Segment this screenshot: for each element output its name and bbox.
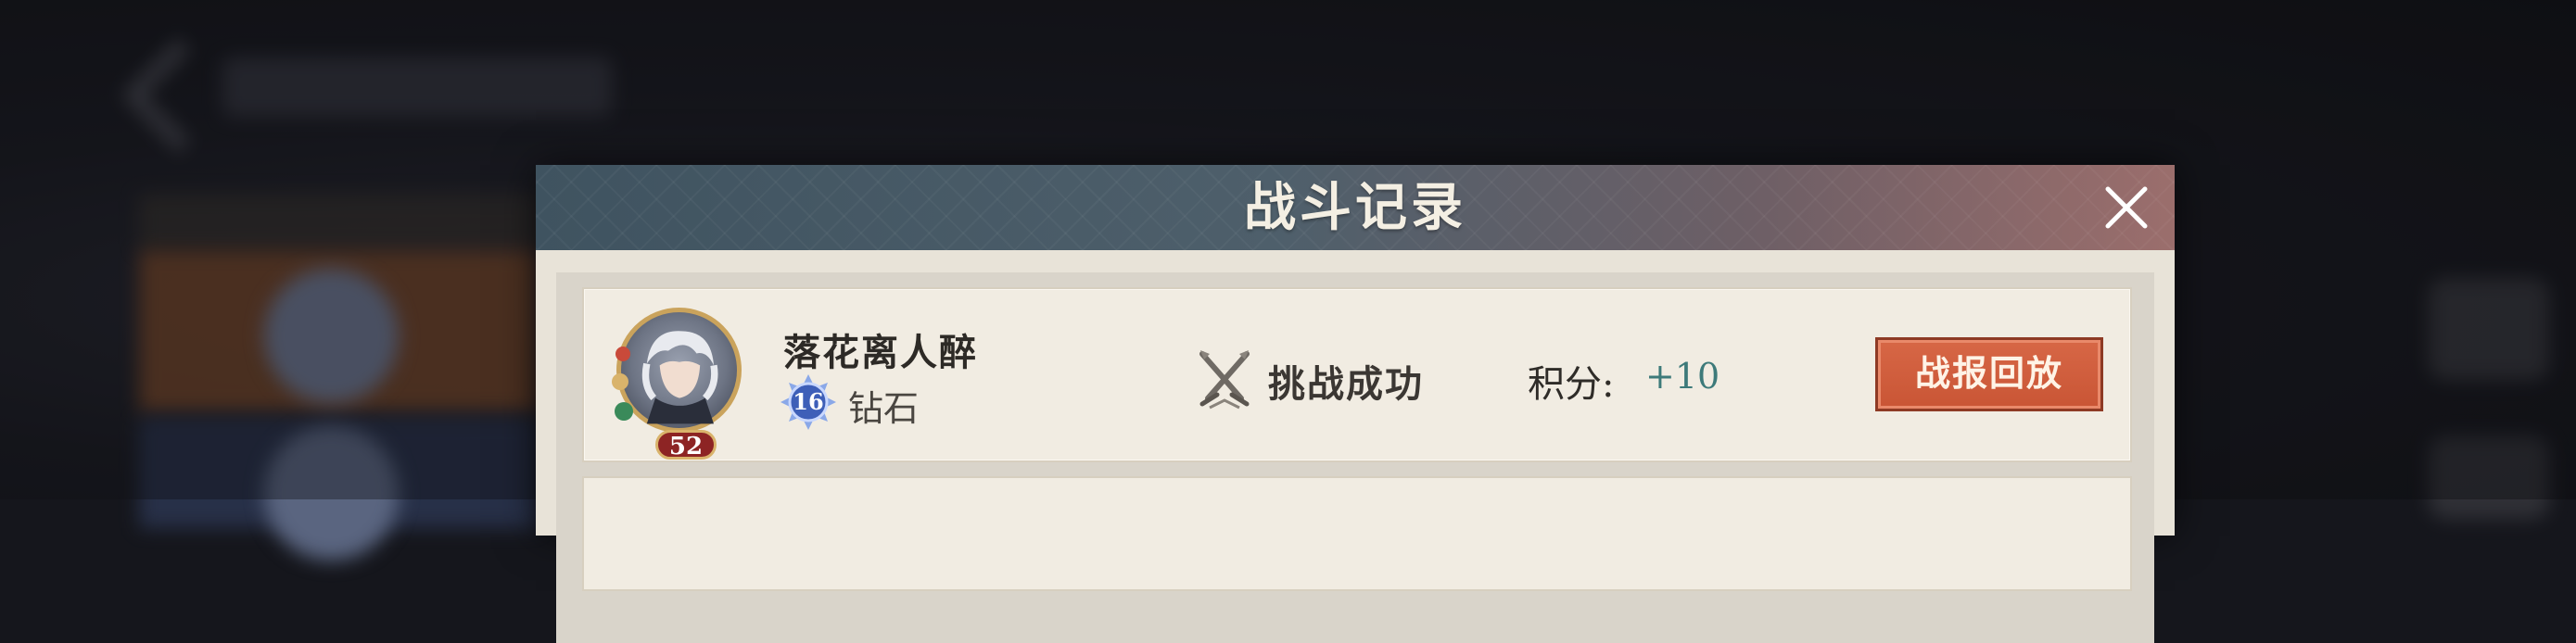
close-button[interactable] (2102, 183, 2151, 232)
record-row: 52 落花离人醉 16 钻石 挑战成功 积分: +10 战报回放 (582, 287, 2132, 462)
record-list[interactable]: 52 落花离人醉 16 钻石 挑战成功 积分: +10 战报回放 (556, 272, 2154, 643)
rank-level: 16 (793, 388, 824, 415)
avatar-frame (616, 308, 742, 433)
player-name: 落花离人醉 (783, 331, 978, 374)
dialog-title-bar: 战斗记录 (536, 165, 2175, 250)
battle-replay-button[interactable]: 战报回放 (1875, 337, 2103, 411)
score-label: 积分: (1528, 363, 1615, 406)
battle-result-text: 挑战成功 (1268, 362, 1424, 406)
dialog-title: 战斗记录 (1244, 177, 1466, 238)
rank-name: 钻石 (848, 388, 920, 429)
close-icon (2105, 186, 2148, 229)
crossed-swords-icon (1191, 347, 1258, 413)
record-row (582, 476, 2132, 591)
player-level-badge: 52 (655, 430, 717, 460)
battle-record-dialog: 战斗记录 52 落花离人醉 16 钻石 挑战成功 积分: +10 战报回放 (536, 165, 2175, 643)
character-portrait-icon (641, 331, 718, 424)
diamond-rank-icon: 16 (779, 372, 838, 432)
player-avatar[interactable]: 52 (612, 308, 742, 460)
avatar-ornament-icon (612, 347, 633, 421)
score-value: +10 (1645, 356, 1720, 397)
